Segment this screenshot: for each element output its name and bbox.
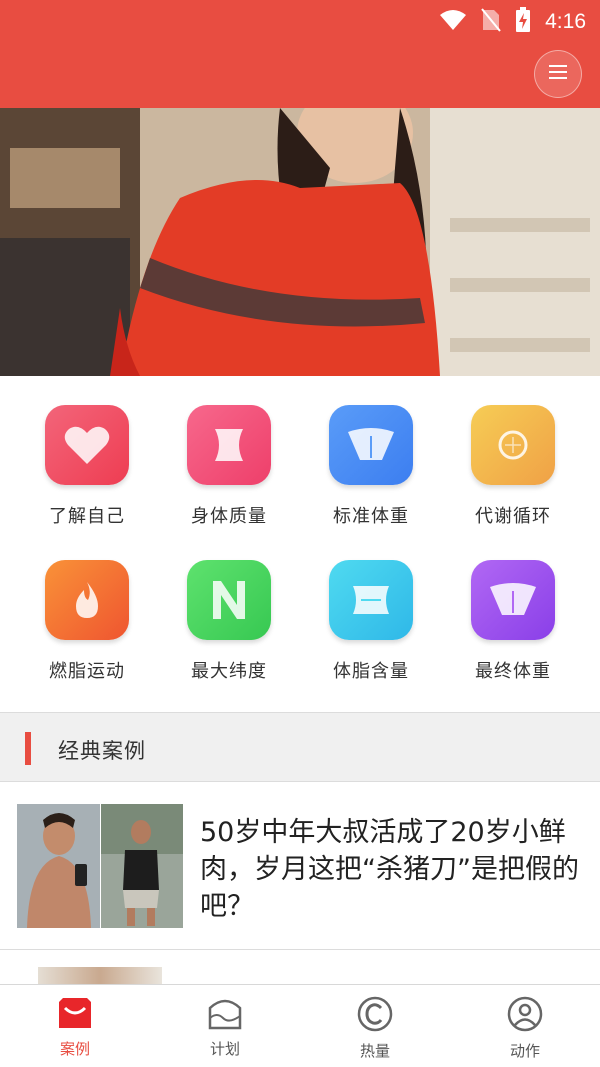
plan-icon [207, 996, 243, 1034]
heart-icon [45, 405, 129, 485]
banner-image [0, 108, 600, 376]
article-title: 50岁中年大叔活成了20岁小鲜肉，岁月这把“杀猪刀”是把假的吧？ [200, 817, 579, 922]
cycle-icon [471, 405, 555, 485]
body-fat-icon [329, 560, 413, 640]
section-accent-bar [25, 732, 31, 765]
feature-label: 最大纬度 [191, 661, 267, 682]
article-thumbnail [17, 804, 183, 928]
feature-item-final-weight[interactable]: 最终体重 [442, 533, 584, 683]
copyright-icon [357, 996, 393, 1036]
menu-button[interactable] [534, 50, 582, 98]
menu-icon [549, 64, 567, 84]
thumb-left [17, 804, 100, 928]
feature-label: 了解自己 [49, 506, 125, 527]
section-title: 经典案例 [58, 739, 146, 763]
nav-tab-plan[interactable]: 计划 [150, 985, 300, 1067]
flame-icon [45, 560, 129, 640]
app-screen: 4:16 了解自己 身体质量 标准体重 代谢循环 燃脂运动 最大纬度 体脂含量 … [0, 0, 600, 1067]
section-header: 经典案例 [0, 712, 600, 782]
thumb-right [101, 804, 183, 928]
nav-tab-cases[interactable]: 案例 [0, 985, 150, 1067]
letter-n-icon [187, 560, 271, 640]
article-item[interactable]: 50岁中年大叔活成了20岁小鲜肉，岁月这把“杀猪刀”是把假的吧？ [0, 782, 600, 950]
app-header: 4:16 [0, 0, 600, 108]
scale-icon [471, 560, 555, 640]
bag-icon [57, 996, 93, 1034]
battery-charging-icon [515, 7, 531, 37]
nav-tab-calories[interactable]: 热量 [300, 985, 450, 1067]
waist-icon [187, 405, 271, 485]
feature-item-body-mass[interactable]: 身体质量 [158, 378, 300, 528]
nav-label: 计划 [209, 1040, 240, 1058]
feature-label: 燃脂运动 [49, 661, 125, 682]
nav-label: 热量 [359, 1042, 390, 1060]
feature-item-metabolism[interactable]: 代谢循环 [442, 378, 584, 528]
feature-item-fat-burning[interactable]: 燃脂运动 [16, 533, 158, 683]
scale-icon [329, 405, 413, 485]
feature-item-standard-weight[interactable]: 标准体重 [300, 378, 442, 528]
feature-item-max-dimension[interactable]: 最大纬度 [158, 533, 300, 683]
feature-label: 最终体重 [475, 661, 551, 682]
feature-label: 体脂含量 [333, 661, 409, 682]
status-bar: 4:16 [439, 7, 586, 37]
feature-label: 代谢循环 [475, 506, 551, 527]
nav-tab-actions[interactable]: 动作 [450, 985, 600, 1067]
no-sim-icon [481, 8, 501, 36]
nav-label: 案例 [59, 1040, 90, 1058]
feature-label: 身体质量 [191, 506, 267, 527]
feature-label: 标准体重 [333, 506, 409, 527]
nav-label: 动作 [509, 1042, 540, 1060]
feature-item-body-fat[interactable]: 体脂含量 [300, 533, 442, 683]
status-time: 4:16 [545, 10, 586, 33]
banner-carousel[interactable] [0, 108, 600, 376]
bottom-navigation: 案例 计划 热量 动作 [0, 984, 600, 1067]
user-icon [507, 996, 543, 1036]
feature-item-understand-self[interactable]: 了解自己 [16, 378, 158, 528]
wifi-icon [439, 9, 467, 35]
feature-grid: 了解自己 身体质量 标准体重 代谢循环 燃脂运动 最大纬度 体脂含量 最终体重 [0, 378, 600, 712]
